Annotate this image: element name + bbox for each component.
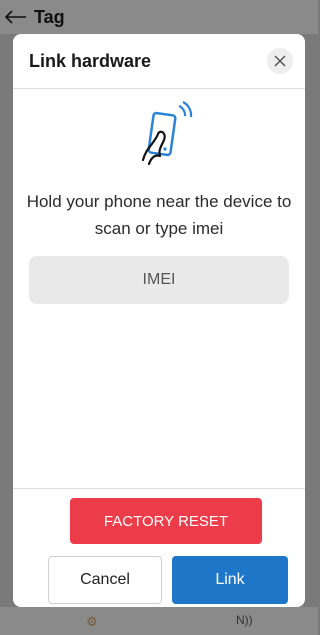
page-title: Tag (34, 6, 65, 27)
factory-reset-button[interactable]: FACTORY RESET (70, 498, 262, 544)
nfc-icon: N)) (236, 613, 253, 627)
imei-input[interactable] (29, 256, 289, 304)
cancel-button[interactable]: Cancel (48, 556, 162, 604)
instruction-text: Hold your phone near the device to scan … (26, 192, 292, 238)
dialog-title: Link hardware (29, 50, 152, 71)
divider (13, 488, 305, 489)
close-button[interactable] (267, 48, 293, 74)
link-button[interactable]: Link (172, 556, 288, 604)
app-header: Tag (0, 0, 318, 34)
back-arrow-icon[interactable] (4, 10, 28, 24)
close-icon (274, 55, 286, 67)
link-hardware-dialog: Link hardware Hold your phone near the d… (13, 34, 305, 607)
background-content (0, 607, 318, 635)
dialog-header: Link hardware (13, 34, 305, 89)
tag-icon: ⚙ (86, 614, 98, 629)
phone-nfc-tap-icon (141, 101, 193, 166)
